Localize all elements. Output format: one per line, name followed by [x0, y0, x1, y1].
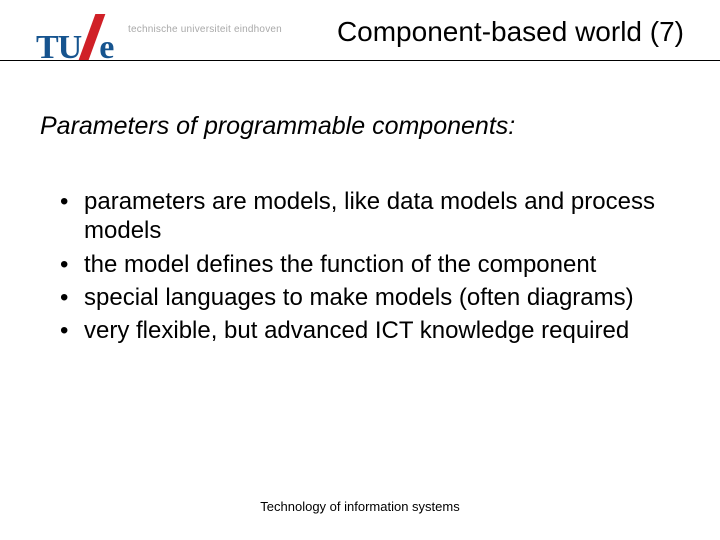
slide-footer: Technology of information systems: [0, 499, 720, 514]
logo-subtitle: technische universiteit eindhoven: [128, 24, 282, 35]
bullet-list: parameters are models, like data models …: [40, 187, 664, 345]
logo-text-tu: TU: [36, 29, 81, 67]
list-item: the model defines the function of the co…: [60, 250, 664, 279]
logo-slash-icon: [79, 18, 107, 58]
slide-header: TU e technische universiteit eindhoven C…: [0, 0, 720, 64]
slide-title: Component-based world (7): [337, 16, 684, 48]
header-divider: [0, 60, 720, 61]
list-item: parameters are models, like data models …: [60, 187, 664, 246]
list-item: very flexible, but advanced ICT knowledg…: [60, 316, 664, 345]
slide: TU e technische universiteit eindhoven C…: [0, 0, 720, 540]
subheading: Parameters of programmable components:: [40, 112, 664, 141]
slide-body: Parameters of programmable components: p…: [0, 64, 720, 345]
list-item: special languages to make models (often …: [60, 283, 664, 312]
